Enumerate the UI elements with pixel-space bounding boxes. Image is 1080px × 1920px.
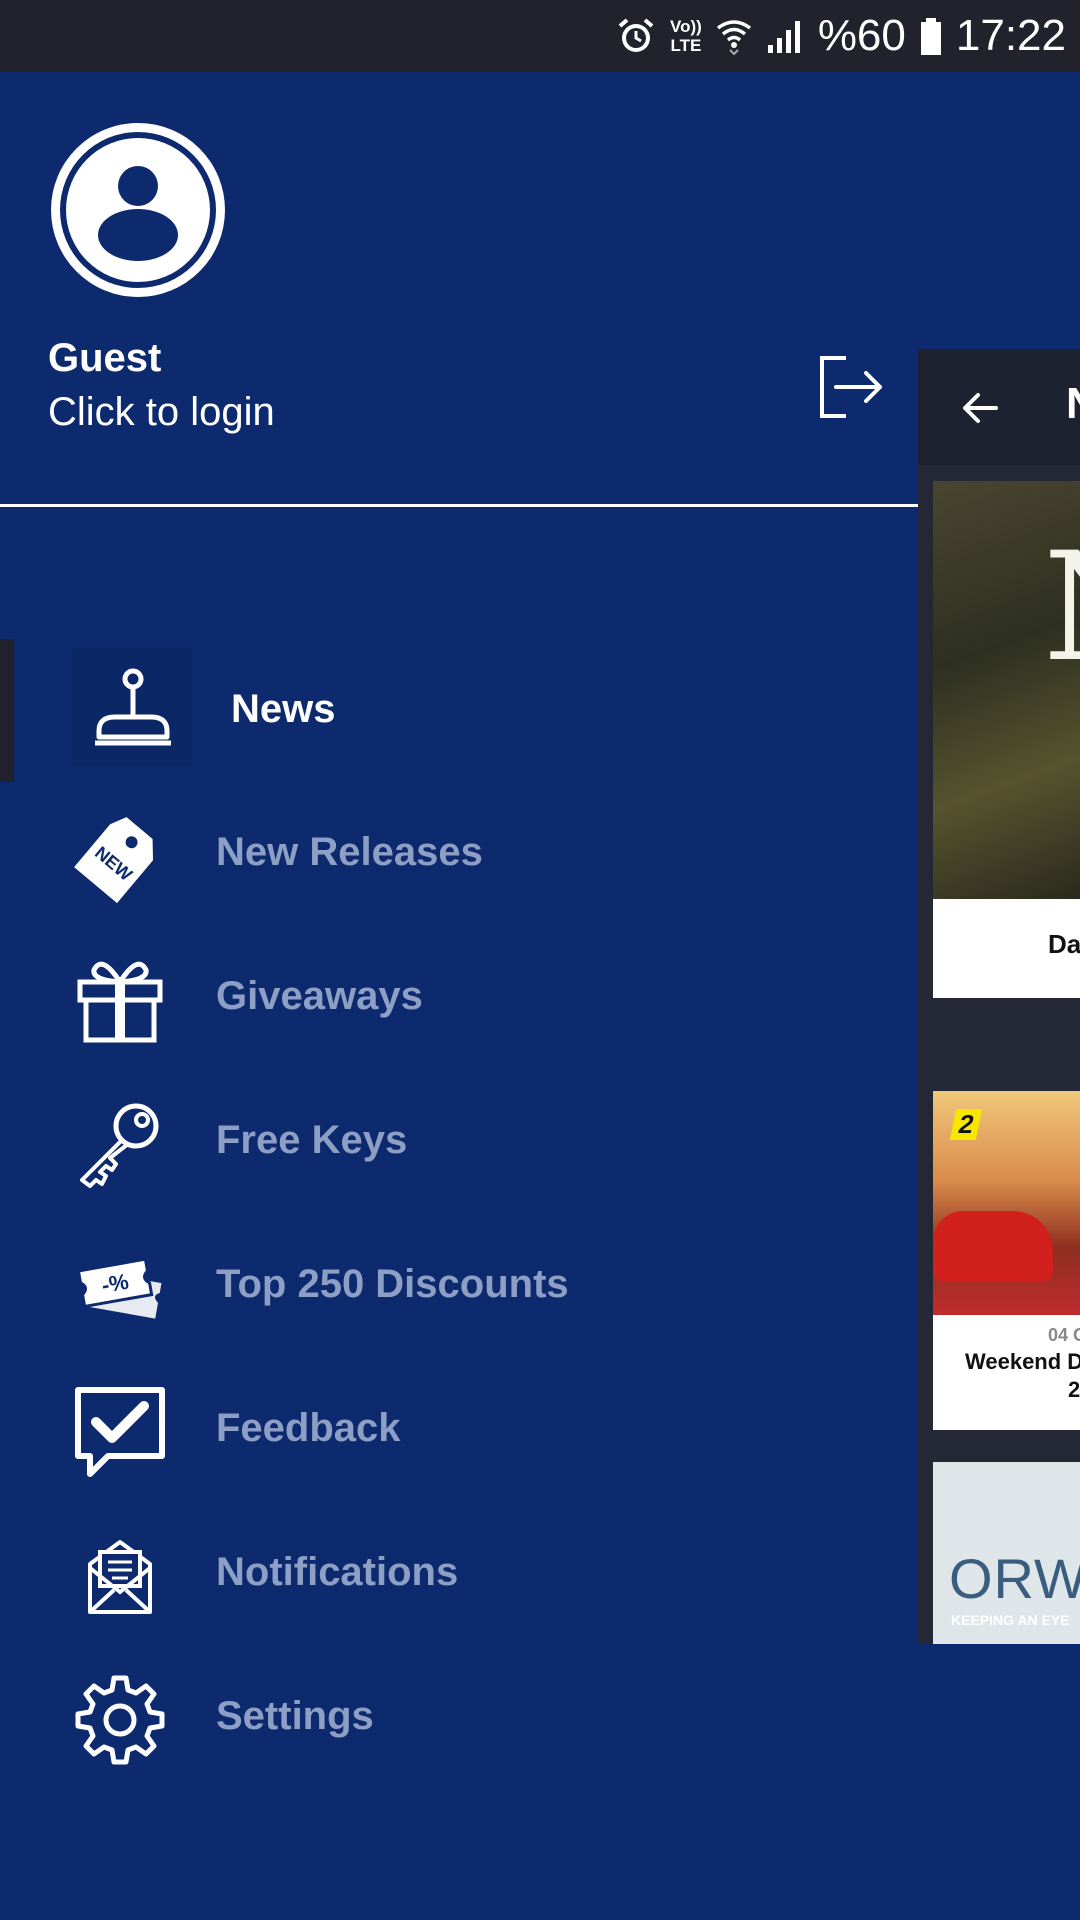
background-title: N <box>1066 379 1080 429</box>
news-card-3-title: ORWE <box>949 1547 1080 1610</box>
gift-icon <box>77 961 163 1043</box>
back-arrow-icon[interactable] <box>956 383 1006 433</box>
discount-text: -% <box>100 1269 131 1298</box>
news-card-title-line2: 2, 4 <box>1068 1377 1080 1402</box>
gear-icon <box>75 1675 165 1765</box>
volte-indicator: Vo)) LTE <box>670 17 702 55</box>
news-card-image-2[interactable]: 2 <box>933 1091 1080 1315</box>
new-tag-icon: NEW <box>74 817 154 904</box>
battery-percent: %60 <box>817 11 906 60</box>
news-card-date: 04 Oc <box>1048 1325 1080 1345</box>
menu-item-notifications[interactable]: Notifications <box>0 1510 918 1630</box>
menu-label-new-releases: New Releases <box>216 830 483 874</box>
menu-item-settings[interactable]: Settings <box>0 1654 918 1774</box>
navigation-drawer: Guest Click to login News NEW New Releas… <box>0 72 918 1920</box>
envelope-icon <box>88 1540 152 1614</box>
alarm-icon <box>618 18 654 52</box>
car-artwork <box>933 1211 1053 1281</box>
header-divider <box>0 504 918 507</box>
volte-label: Vo)) <box>670 17 702 36</box>
signal-icon <box>767 21 800 53</box>
battery-icon <box>920 18 941 55</box>
game-logo-badge: 2 <box>949 1109 983 1140</box>
news-card-3-subtitle: KEEPING AN EYE <box>951 1612 1070 1628</box>
clock: 17:22 <box>955 11 1066 60</box>
discount-ticket-icon: -% <box>76 1257 162 1319</box>
status-bar: Vo)) LTE %60 17:22 <box>0 0 1080 72</box>
menu-item-new-releases[interactable]: NEW New Releases <box>0 790 918 910</box>
key-icon <box>80 1103 159 1188</box>
status-icons: Vo)) LTE %60 17:22 <box>616 0 1066 72</box>
login-link[interactable]: Click to login <box>48 390 275 435</box>
avatar-icon[interactable] <box>48 120 228 300</box>
news-card-caption[interactable]: Da <box>933 899 1080 998</box>
menu-label-top-discounts: Top 250 Discounts <box>216 1262 569 1306</box>
wifi-icon <box>716 20 751 56</box>
menu-item-top-discounts[interactable]: -% Top 250 Discounts <box>0 1222 918 1342</box>
background-news-page: N N Da 2 04 Oc Weekend D 2, 4 ORWE KEEPI… <box>918 349 1080 1644</box>
menu-label-news: News <box>231 687 336 731</box>
menu-label-notifications: Notifications <box>216 1550 459 1594</box>
login-icon[interactable] <box>818 354 884 420</box>
card-title-letter: N <box>1043 521 1080 695</box>
news-card-image-3[interactable]: ORWE KEEPING AN EYE <box>933 1462 1080 1644</box>
news-card-image[interactable]: N <box>933 481 1080 899</box>
menu-label-feedback: Feedback <box>216 1406 401 1450</box>
background-toolbar: N <box>918 349 1080 465</box>
joystick-icon <box>95 668 171 746</box>
menu-item-news[interactable]: News <box>0 647 918 767</box>
menu-label-settings: Settings <box>216 1694 374 1738</box>
user-name[interactable]: Guest <box>48 336 161 381</box>
news-card-title: Da <box>1048 929 1080 959</box>
menu-item-giveaways[interactable]: Giveaways <box>0 934 918 1054</box>
menu-item-feedback[interactable]: Feedback <box>0 1366 918 1486</box>
lte-label: LTE <box>670 36 702 55</box>
menu-label-giveaways: Giveaways <box>216 974 423 1018</box>
feedback-check-icon <box>75 1387 165 1477</box>
menu-label-free-keys: Free Keys <box>216 1118 408 1162</box>
news-card-title-line1: Weekend D <box>965 1349 1080 1374</box>
menu-item-free-keys[interactable]: Free Keys <box>0 1078 918 1198</box>
news-card-caption-2[interactable]: 04 Oc Weekend D 2, 4 <box>933 1315 1080 1430</box>
